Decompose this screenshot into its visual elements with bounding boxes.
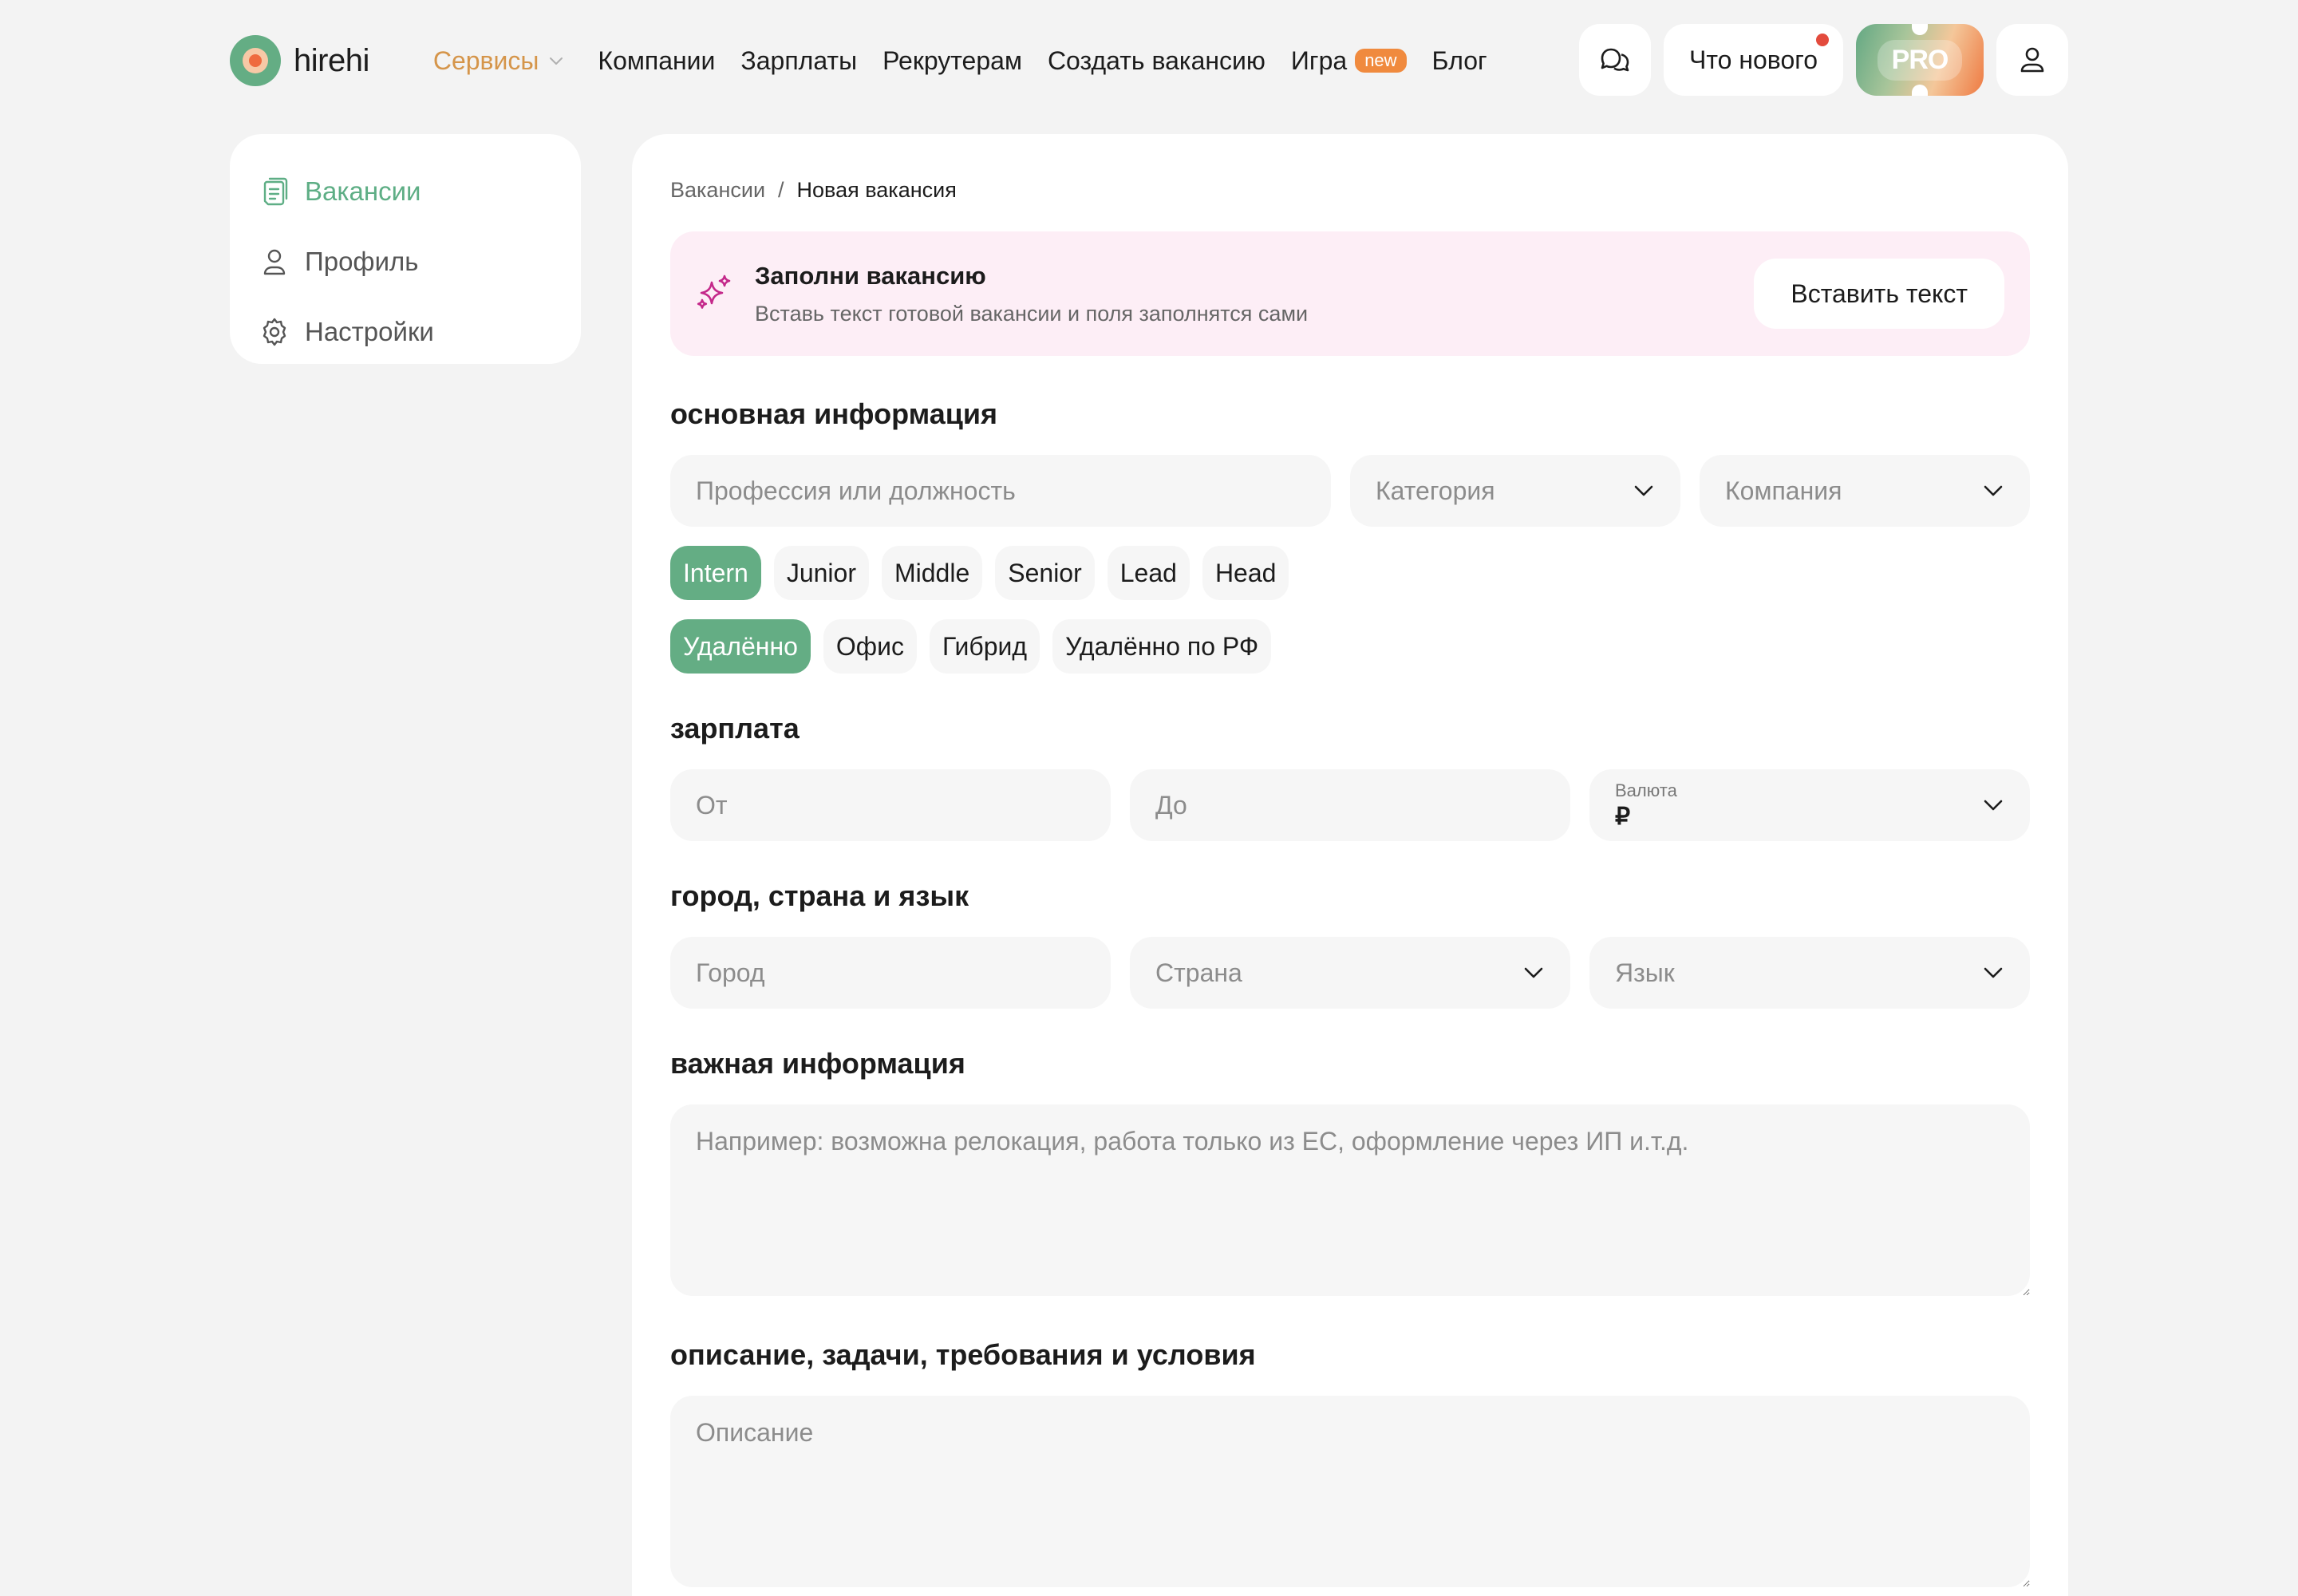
- grade-chip-senior[interactable]: Senior: [995, 546, 1095, 600]
- grade-chips: Intern Junior Middle Senior Lead Head: [670, 546, 2030, 600]
- grade-chip-lead[interactable]: Lead: [1107, 546, 1190, 600]
- chevron-down-icon: [1634, 485, 1653, 496]
- profession-input[interactable]: [696, 476, 1305, 506]
- sidebar-item-settings[interactable]: Настройки: [259, 297, 581, 367]
- currency-value: ₽: [1615, 803, 1631, 830]
- breadcrumb-vacancies-link[interactable]: Вакансии: [670, 178, 765, 203]
- nav-companies[interactable]: Компании: [598, 46, 715, 76]
- important-info-title: важная информация: [670, 1047, 965, 1080]
- city-input[interactable]: [696, 958, 1085, 988]
- notification-dot: [1816, 34, 1829, 46]
- company-select[interactable]: Компания: [1700, 455, 2030, 527]
- profile-icon: [263, 249, 286, 275]
- format-chip-remote-russia[interactable]: Удалённо по РФ: [1052, 619, 1272, 674]
- sidebar-item-vacancies[interactable]: Вакансии: [259, 156, 581, 227]
- nav-blog[interactable]: Блог: [1432, 46, 1487, 76]
- sidebar-item-label: Вакансии: [305, 176, 421, 206]
- language-select[interactable]: Язык: [1589, 937, 2030, 1009]
- sidebar-item-label: Настройки: [305, 317, 434, 346]
- basic-info-title: основная информация: [670, 397, 998, 430]
- new-badge: new: [1355, 49, 1407, 73]
- autofill-banner: Заполни вакансию Вставь текст готовой ва…: [670, 231, 2030, 356]
- nav-services[interactable]: Сервисы: [433, 46, 567, 76]
- nav-game-label: Игра: [1290, 45, 1348, 75]
- profession-field[interactable]: [670, 455, 1331, 527]
- header-actions: Что нового PRO: [1579, 24, 2068, 96]
- chevron-down-icon: [1524, 967, 1543, 978]
- salary-from-input[interactable]: [696, 790, 1085, 820]
- description-textarea[interactable]: [670, 1396, 2030, 1587]
- breadcrumb: Вакансии / Новая вакансия: [670, 176, 2030, 204]
- account-button[interactable]: [1996, 24, 2068, 96]
- salary-to-input[interactable]: [1155, 790, 1545, 820]
- grade-chip-junior[interactable]: Junior: [773, 546, 869, 600]
- work-format-chips: Удалённо Офис Гибрид Удалённо по РФ: [670, 619, 2030, 674]
- nav-services-label: Сервисы: [432, 45, 539, 75]
- whats-new-button[interactable]: Что нового: [1664, 24, 1843, 96]
- location-title: город, страна и язык: [670, 879, 969, 912]
- city-field[interactable]: [670, 937, 1111, 1009]
- format-chip-office[interactable]: Офис: [823, 619, 917, 674]
- user-icon: [2020, 47, 2044, 73]
- paste-text-button[interactable]: Вставить текст: [1754, 259, 2004, 329]
- sparkles-icon: [697, 275, 731, 309]
- banner-title: Заполни вакансию: [755, 261, 986, 290]
- breadcrumb-separator: /: [778, 177, 784, 202]
- description-title: описание, задачи, требования и условия: [670, 1338, 1256, 1371]
- chevron-down-icon: [547, 51, 566, 70]
- nav-salaries[interactable]: Зарплаты: [740, 46, 857, 76]
- currency-label: Валюта: [1615, 780, 1677, 800]
- format-chip-remote[interactable]: Удалённо: [670, 619, 811, 674]
- format-chip-hybrid[interactable]: Гибрид: [930, 619, 1040, 674]
- grade-chip-middle[interactable]: Middle: [881, 546, 983, 600]
- important-info-textarea[interactable]: [670, 1104, 2030, 1296]
- pro-label: PRO: [1877, 39, 1963, 81]
- pro-button[interactable]: PRO: [1856, 24, 1984, 96]
- category-placeholder: Категория: [1376, 476, 1495, 505]
- whats-new-label: Что нового: [1689, 45, 1818, 74]
- vacancies-icon: [263, 177, 288, 206]
- nav-recruiters[interactable]: Рекрутерам: [882, 46, 1022, 76]
- salary-to-field[interactable]: [1130, 769, 1570, 841]
- chevron-down-icon: [1984, 485, 2003, 496]
- nav-game[interactable]: Игра new: [1291, 46, 1407, 76]
- sidebar-item-profile[interactable]: Профиль: [259, 227, 581, 297]
- vacancy-form-card: Вакансии / Новая вакансия Заполни ваканс…: [632, 134, 2068, 1596]
- banner-subtitle: Вставь текст готовой вакансии и поля зап…: [755, 301, 1309, 326]
- chevron-down-icon: [1984, 800, 2003, 811]
- chevron-down-icon: [1984, 967, 2003, 978]
- sidebar-item-label: Профиль: [305, 247, 419, 276]
- country-placeholder: Страна: [1155, 958, 1242, 987]
- logo[interactable]: hirehi: [230, 35, 369, 86]
- grade-chip-intern[interactable]: Intern: [670, 546, 761, 600]
- language-placeholder: Язык: [1615, 958, 1675, 987]
- top-header: hirehi Сервисы Компании Зарплаты Рекруте…: [230, 24, 2068, 97]
- logo-text: hirehi: [294, 42, 369, 78]
- main-nav: Сервисы Компании Зарплаты Рекрутерам Соз…: [433, 46, 1513, 76]
- chat-button[interactable]: [1579, 24, 1652, 96]
- currency-select[interactable]: Валюта ₽: [1589, 769, 2030, 841]
- country-select[interactable]: Страна: [1130, 937, 1570, 1009]
- settings-gear-icon: [263, 318, 286, 346]
- salary-title: зарплата: [670, 712, 800, 745]
- salary-from-field[interactable]: [670, 769, 1111, 841]
- grade-chip-head[interactable]: Head: [1202, 546, 1289, 600]
- nav-create-vacancy[interactable]: Создать вакансию: [1048, 46, 1265, 76]
- category-select[interactable]: Категория: [1350, 455, 1680, 527]
- sidebar: Вакансии Профиль Настройки: [230, 134, 581, 364]
- company-placeholder: Компания: [1725, 476, 1842, 505]
- breadcrumb-current: Новая вакансия: [796, 177, 957, 202]
- chat-bubbles-icon: [1601, 48, 1629, 72]
- logo-mark-icon: [230, 35, 281, 86]
